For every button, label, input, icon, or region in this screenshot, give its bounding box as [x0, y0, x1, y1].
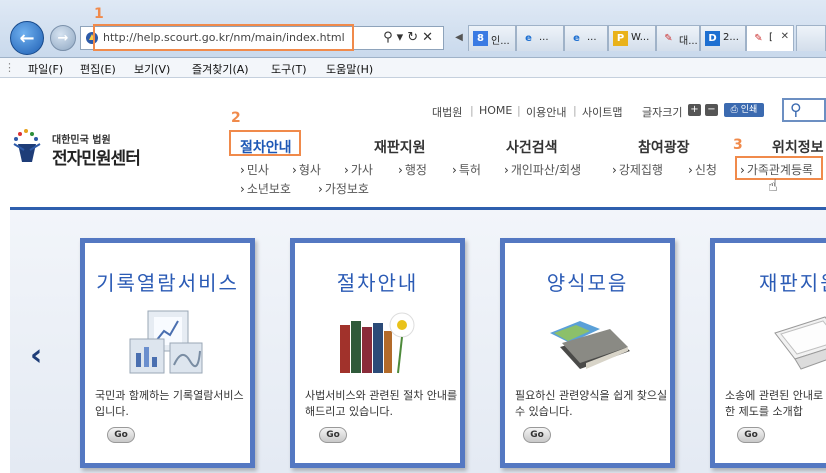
- carousel-prev-icon[interactable]: ‹: [30, 338, 42, 373]
- go-button[interactable]: Go: [107, 427, 135, 443]
- books-flower-icon: [340, 312, 415, 374]
- book-map-icon: [550, 321, 630, 369]
- back-button[interactable]: ←: [10, 21, 44, 55]
- annotation-number: 1: [94, 6, 104, 22]
- font-size-label: 글자크기: [642, 106, 683, 119]
- font-decrease-icon[interactable]: −: [705, 104, 718, 116]
- submenu-juvenile[interactable]: 소년보호: [240, 180, 291, 197]
- card-title: 재판지원: [759, 271, 826, 295]
- hand-cursor-icon: ☝: [768, 176, 778, 195]
- browser-tab-active[interactable]: ✎ [ ✕: [746, 25, 794, 51]
- tab-label: ...: [587, 32, 597, 43]
- gnb-trial-support[interactable]: 재판지원: [374, 137, 426, 157]
- browser-tab[interactable]: 8 인...: [468, 25, 516, 51]
- gnb-participation[interactable]: 참여광장: [638, 137, 690, 157]
- tab-label: 인...: [491, 36, 510, 47]
- util-divider: |: [573, 104, 577, 117]
- go-button[interactable]: Go: [737, 427, 765, 443]
- logo-title[interactable]: 전자민원센터: [52, 144, 141, 169]
- menu-view[interactable]: 보기(V): [134, 61, 170, 77]
- new-tab-button[interactable]: [796, 25, 826, 51]
- submenu-enforcement[interactable]: 강제집행: [612, 161, 663, 178]
- browser-tab[interactable]: D 2...: [700, 25, 746, 51]
- menu-file[interactable]: 파일(F): [28, 61, 63, 77]
- site-search[interactable]: ⚲: [782, 98, 826, 122]
- card-title: 양식모음: [546, 271, 629, 295]
- util-link-sitemap[interactable]: 사이트맵: [582, 104, 622, 120]
- browser-tab[interactable]: P W...: [608, 25, 656, 51]
- search-icon: ⚲: [790, 100, 802, 119]
- font-increase-icon[interactable]: +: [688, 104, 701, 116]
- submenu-administrative[interactable]: 행정: [398, 161, 427, 178]
- go-button[interactable]: Go: [319, 427, 347, 443]
- court-icon: ✎: [754, 33, 763, 44]
- laptop-icon: [774, 316, 826, 370]
- browser-tab[interactable]: e ...: [564, 25, 608, 51]
- menu-edit[interactable]: 편집(E): [80, 61, 116, 77]
- pma-icon: P: [613, 31, 628, 46]
- card-description: 국민과 함께하는 기록열람서비스입니다.: [95, 389, 244, 418]
- tab-label: 대...: [679, 36, 698, 47]
- submenu-bankruptcy[interactable]: 개인파산/회생: [504, 161, 581, 178]
- menu-help[interactable]: 도움말(H): [326, 61, 373, 77]
- tab-scroll-left[interactable]: ◀: [452, 28, 466, 48]
- search-icon[interactable]: ⚲: [383, 30, 397, 45]
- card-record-viewing[interactable]: 기록열람서비스 국민과 함께하는 기록열람서비스입니다. Go: [80, 238, 255, 468]
- doc-icon: D: [705, 31, 720, 46]
- stop-icon[interactable]: ✕: [422, 30, 437, 45]
- submenu-criminal[interactable]: 형사: [292, 161, 321, 178]
- print-icon: ⎙: [730, 105, 738, 115]
- arrow-right-icon: →: [57, 30, 69, 46]
- annotation-highlight-menu: [229, 130, 301, 156]
- card-description: 사법서비스와 관련된 절차 안내를 해드리고 있습니다.: [305, 389, 458, 418]
- util-link-home[interactable]: HOME: [479, 104, 512, 117]
- go-button[interactable]: Go: [523, 427, 551, 443]
- util-link-supreme-court[interactable]: 대법원: [432, 104, 462, 120]
- dropdown-icon[interactable]: ▾: [397, 30, 408, 45]
- print-button[interactable]: ⎙ 인쇄: [724, 103, 764, 117]
- card-title: 절차안내: [336, 271, 419, 295]
- ie-icon: e: [573, 33, 580, 44]
- annotation-number: 3: [733, 137, 743, 153]
- tab-label: 2...: [723, 32, 739, 43]
- ie-icon: e: [525, 33, 532, 44]
- gnb-location[interactable]: 위치정보: [772, 137, 824, 157]
- card-procedure-guide[interactable]: 절차안내 사법서비스와 관련된 절차 안내를 해드리고 있습니다. Go: [290, 238, 465, 468]
- annotation-highlight-url: [93, 24, 354, 51]
- refresh-icon[interactable]: ↻: [407, 30, 422, 45]
- tab-label: [: [769, 32, 773, 43]
- menu-grip: ⋮: [4, 61, 15, 74]
- submenu-family[interactable]: 가사: [344, 161, 373, 178]
- gnb-case-search[interactable]: 사건검색: [506, 137, 558, 157]
- browser-tab[interactable]: e ...: [516, 25, 564, 51]
- tab-close-icon[interactable]: ✕: [781, 31, 789, 42]
- court-icon: ✎: [664, 33, 673, 44]
- util-divider: |: [470, 104, 474, 117]
- tab-icon: 8: [473, 31, 488, 46]
- menu-favorites[interactable]: 즐겨찾기(A): [192, 61, 249, 77]
- menu-tools[interactable]: 도구(T): [271, 61, 307, 77]
- util-divider: |: [517, 104, 521, 117]
- tab-label: ...: [539, 32, 549, 43]
- submenu-domestic-protection[interactable]: 가정보호: [318, 180, 369, 197]
- card-trial-support[interactable]: 재판지원 소송에 관련된 안내로 편리한 제도를 소개합 Go: [710, 238, 826, 468]
- court-logo-icon: [13, 129, 41, 162]
- browser-tab[interactable]: ✎ 대...: [656, 25, 700, 51]
- forward-button[interactable]: →: [50, 25, 76, 51]
- card-description: 필요하신 관련양식을 쉽게 찾으실 수 있습니다.: [515, 389, 668, 418]
- card-forms[interactable]: 양식모음 필요하신 관련양식을 쉽게 찾으실 수 있습니다. Go: [500, 238, 675, 468]
- submenu-patent[interactable]: 특허: [452, 161, 481, 178]
- print-label: 인쇄: [740, 105, 758, 115]
- annotation-number: 2: [231, 110, 241, 126]
- arrow-left-icon: ←: [19, 27, 35, 49]
- submenu-civil[interactable]: 민사: [240, 161, 269, 178]
- card-description: 소송에 관련된 안내로 편리한 제도를 소개합: [725, 389, 826, 418]
- charts-icon: [129, 310, 203, 374]
- tab-label: W...: [631, 32, 650, 43]
- util-link-guide[interactable]: 이용안내: [526, 104, 566, 120]
- submenu-application[interactable]: 신청: [688, 161, 717, 178]
- card-title: 기록열람서비스: [96, 271, 239, 295]
- address-tools[interactable]: ⚲▾↻✕: [383, 30, 437, 45]
- menu-bar: ⋮ 파일(F) 편집(E) 보기(V) 즐겨찾기(A) 도구(T) 도움말(H): [0, 58, 826, 78]
